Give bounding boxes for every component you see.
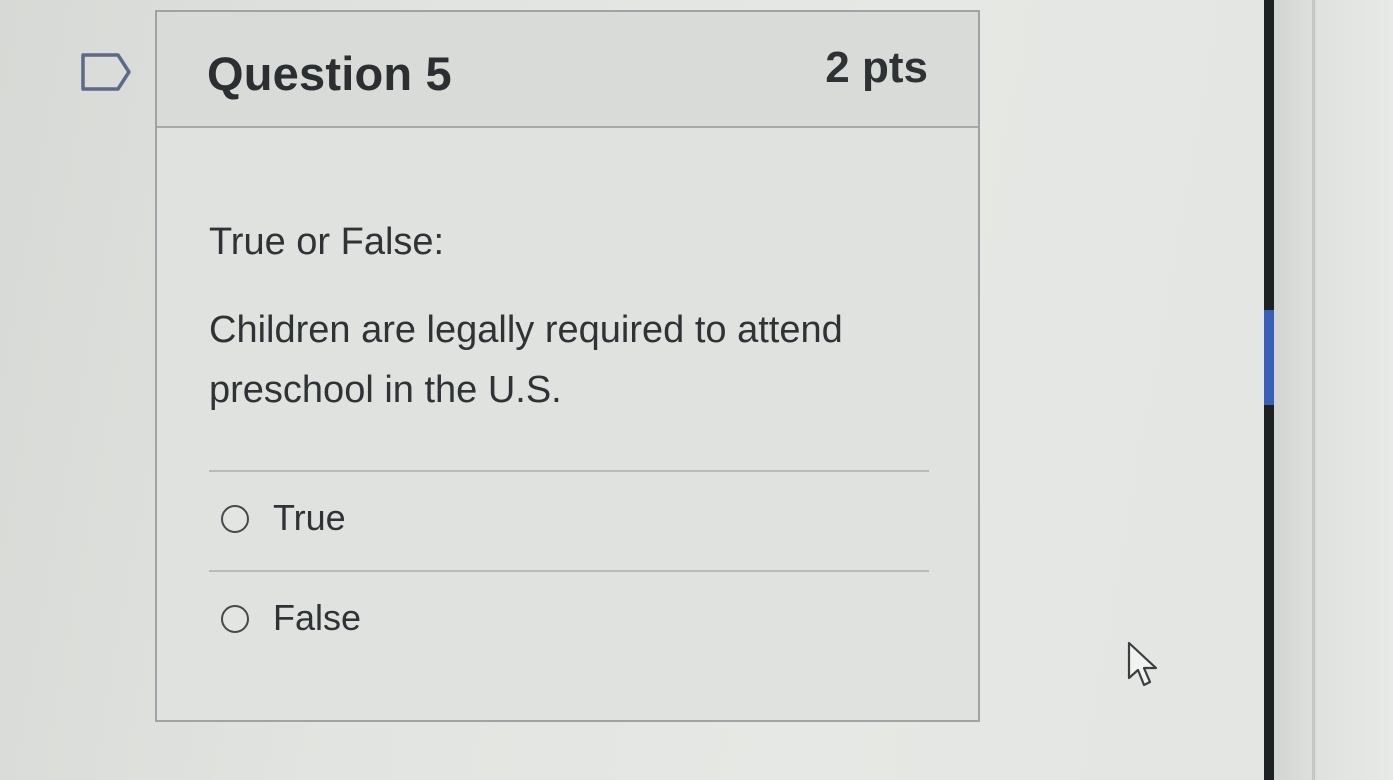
answer-option-false[interactable]: False bbox=[209, 570, 929, 670]
question-title: Question 5 bbox=[207, 47, 452, 100]
radio-button-false[interactable] bbox=[221, 605, 249, 633]
mouse-pointer-icon bbox=[1127, 641, 1158, 687]
answer-list: True False bbox=[209, 470, 929, 670]
right-side-panel bbox=[1274, 0, 1393, 780]
flag-question-icon[interactable] bbox=[80, 52, 132, 92]
question-intro: True or False: bbox=[209, 221, 445, 263]
question-header: Question 5 2 pts bbox=[157, 12, 978, 128]
answer-label-false[interactable]: False bbox=[273, 597, 361, 639]
radio-button-true[interactable] bbox=[221, 505, 249, 533]
page-scrollbar[interactable] bbox=[1264, 0, 1274, 780]
scrollbar-thumb[interactable] bbox=[1264, 310, 1274, 405]
question-card: Question 5 2 pts True or False: Children… bbox=[155, 10, 980, 722]
answer-label-true[interactable]: True bbox=[273, 497, 346, 539]
answer-option-true[interactable]: True bbox=[209, 470, 929, 570]
question-points: 2 pts bbox=[825, 43, 928, 92]
question-body: True or False: Children are legally requ… bbox=[209, 212, 909, 420]
panel-divider bbox=[1312, 0, 1315, 780]
question-text: Children are legally required to attend … bbox=[209, 309, 843, 411]
